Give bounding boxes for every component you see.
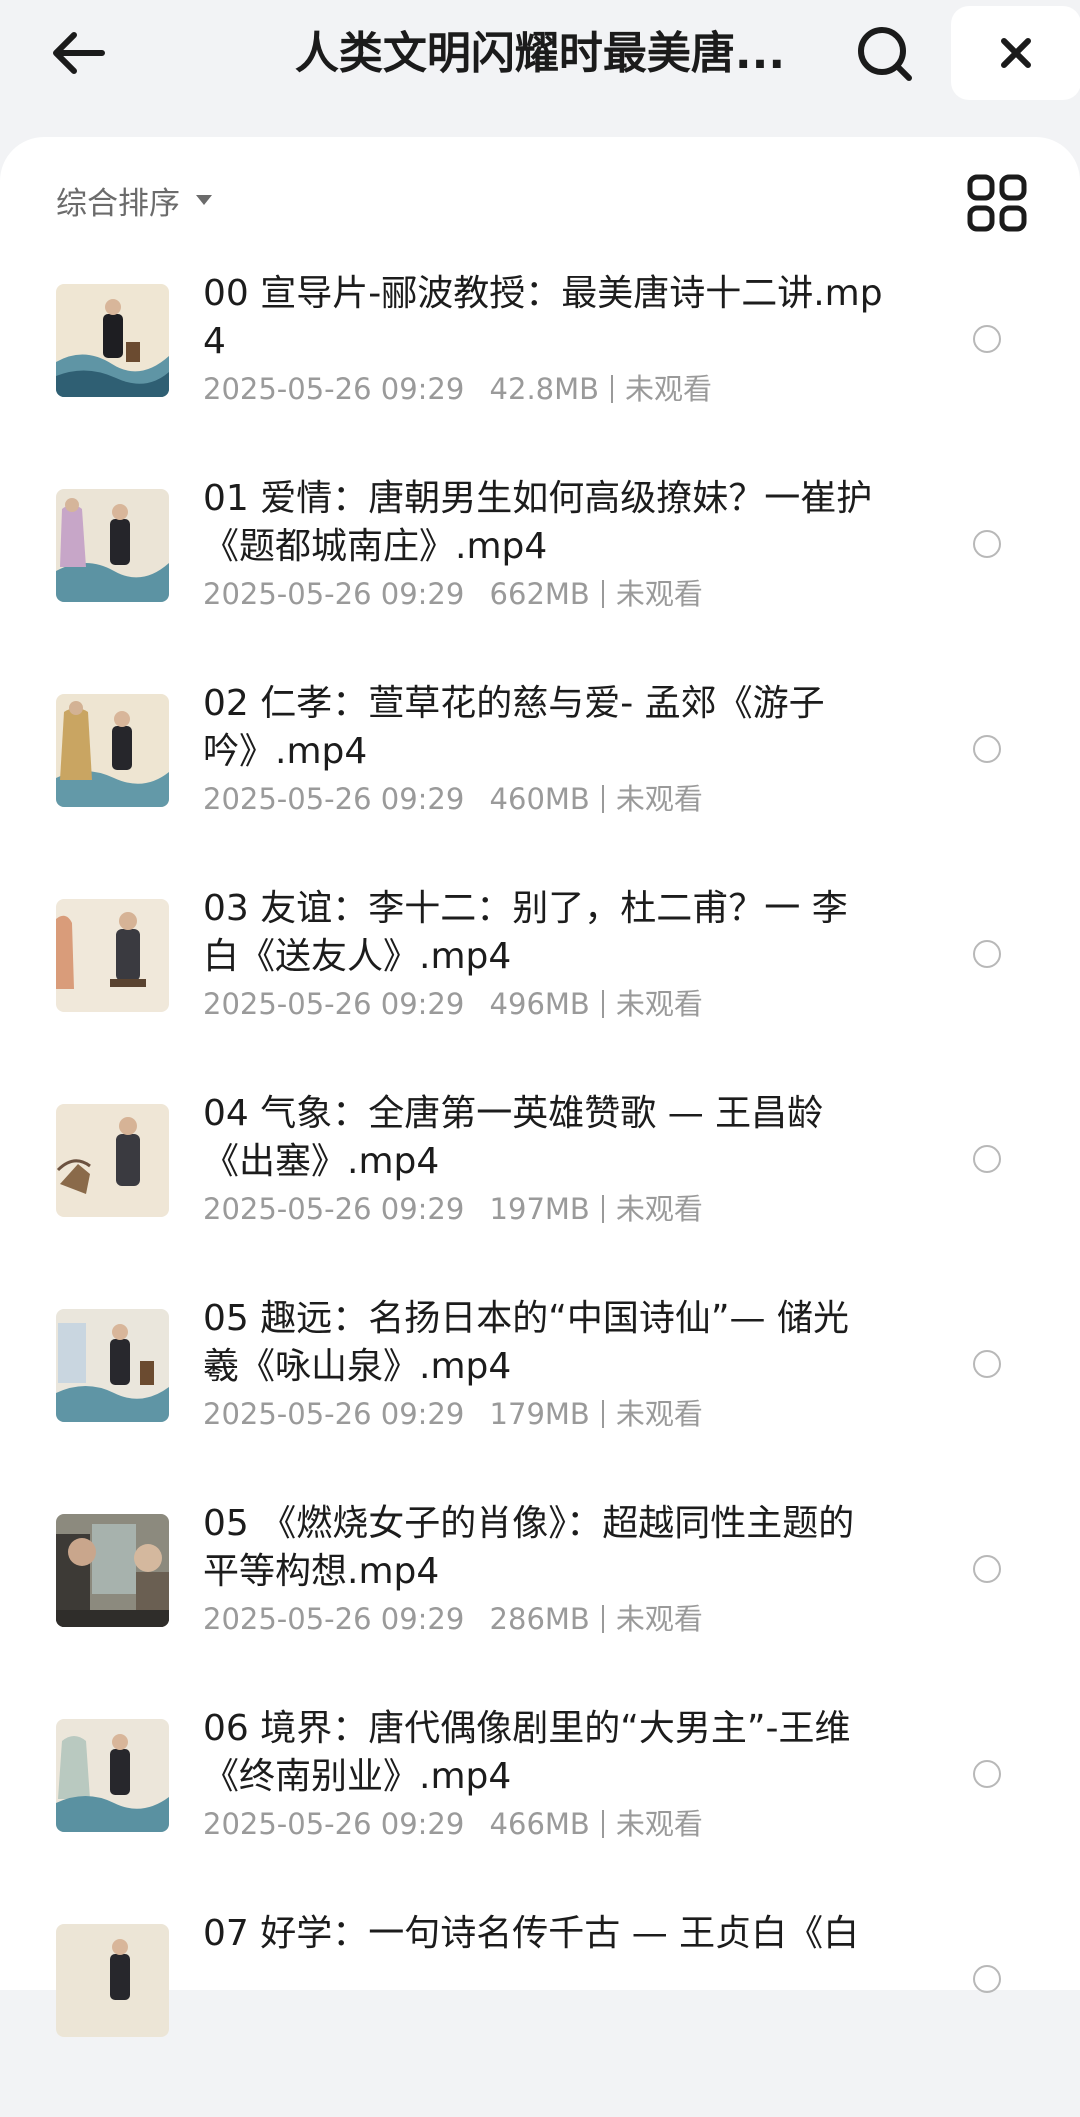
grid-view-button[interactable] — [966, 173, 1028, 233]
video-thumbnail — [56, 284, 169, 397]
select-radio[interactable] — [973, 1555, 1001, 1583]
divider — [601, 990, 604, 1018]
file-date: 2025-05-26 09:29 — [203, 577, 465, 611]
file-name: 00 宣导片-郦波教授：最美唐诗十二讲.mp4 — [203, 273, 883, 362]
divider — [601, 1400, 604, 1428]
search-icon — [858, 27, 912, 81]
file-meta: 2025-05-26 09:29 662MB 未观看 — [203, 574, 703, 614]
list-item[interactable]: 05 《燃烧女子的肖像》：超越同性主题的平等构想.mp4 2025-05-26 … — [0, 1502, 1080, 1707]
close-button[interactable] — [951, 6, 1080, 100]
watch-status: 未观看 — [625, 372, 713, 406]
divider — [601, 785, 604, 813]
file-size: 197MB — [489, 1192, 590, 1226]
file-name: 04 气象：全唐第一英雄赞歌 — 王昌龄《出塞》.mp4 — [203, 1093, 824, 1182]
page-title: 人类文明闪耀时最美唐... — [294, 28, 786, 79]
file-name: 05 《燃烧女子的肖像》：超越同性主题的平等构想.mp4 — [203, 1503, 855, 1592]
file-date: 2025-05-26 09:29 — [203, 1807, 465, 1841]
list-item[interactable]: 03 友谊：李十二：别了，杜二甫？一 李白《送友人》.mp4 2025-05-2… — [0, 887, 1080, 1092]
watch-status: 未观看 — [615, 577, 703, 611]
file-date: 2025-05-26 09:29 — [203, 1602, 465, 1636]
search-button[interactable] — [845, 18, 925, 90]
file-size: 42.8MB — [489, 372, 600, 406]
divider — [601, 1195, 604, 1223]
file-name: 06 境界：唐代偶像剧里的“大男主”-王维《终南别业》.mp4 — [203, 1708, 851, 1797]
select-radio[interactable] — [973, 1350, 1001, 1378]
file-meta: 2025-05-26 09:29 496MB 未观看 — [203, 984, 703, 1024]
watch-status: 未观看 — [615, 782, 703, 816]
file-size: 286MB — [489, 1602, 590, 1636]
video-thumbnail — [56, 1514, 169, 1627]
file-meta: 2025-05-26 09:29 466MB 未观看 — [203, 1804, 703, 1844]
video-thumbnail — [56, 694, 169, 807]
close-icon — [1001, 38, 1031, 68]
list-item[interactable]: 02 仁孝：萱草花的慈与爱- 孟郊《游子吟》.mp4 2025-05-26 09… — [0, 682, 1080, 887]
grid-view-icon — [967, 174, 1027, 232]
file-size: 466MB — [489, 1807, 590, 1841]
file-name: 03 友谊：李十二：别了，杜二甫？一 李白《送友人》.mp4 — [203, 888, 848, 977]
top-bar: 人类文明闪耀时最美唐... — [0, 0, 1080, 120]
list-item[interactable]: 05 趣远：名扬日本的“中国诗仙”— 储光羲《咏山泉》.mp4 2025-05-… — [0, 1297, 1080, 1502]
file-size: 179MB — [489, 1397, 590, 1431]
file-meta: 2025-05-26 09:29 42.8MB 未观看 — [203, 369, 712, 409]
watch-status: 未观看 — [615, 1397, 703, 1431]
file-size: 662MB — [489, 577, 590, 611]
file-date: 2025-05-26 09:29 — [203, 372, 465, 406]
sort-dropdown[interactable]: 综合排序 — [56, 177, 214, 223]
divider — [601, 580, 604, 608]
file-name: 07 好学：一句诗名传千古 — 王贞白《白 — [203, 1913, 860, 1954]
watch-status: 未观看 — [615, 1602, 703, 1636]
back-arrow-icon — [53, 32, 105, 74]
file-meta: 2025-05-26 09:29 286MB 未观看 — [203, 1599, 703, 1639]
file-date: 2025-05-26 09:29 — [203, 1192, 465, 1226]
file-list: 00 宣导片-郦波教授：最美唐诗十二讲.mp4 2025-05-26 09:29… — [0, 272, 1080, 2117]
video-thumbnail — [56, 1719, 169, 1832]
file-date: 2025-05-26 09:29 — [203, 782, 465, 816]
file-meta: 2025-05-26 09:29 460MB 未观看 — [203, 779, 703, 819]
divider — [601, 1605, 604, 1633]
list-item[interactable]: 07 好学：一句诗名传千古 — 王贞白《白 — [0, 1912, 1080, 2117]
select-radio[interactable] — [973, 940, 1001, 968]
watch-status: 未观看 — [615, 987, 703, 1021]
file-list-panel: 综合排序 00 宣导片-郦波教授：最美唐诗十二讲.mp4 2025-05-26 … — [0, 137, 1080, 2037]
select-radio[interactable] — [973, 530, 1001, 558]
file-name: 02 仁孝：萱草花的慈与爱- 孟郊《游子吟》.mp4 — [203, 683, 825, 772]
sort-label: 综合排序 — [56, 185, 180, 222]
list-item[interactable]: 01 爱情：唐朝男生如何高级撩妹？一崔护《题都城南庄》.mp4 2025-05-… — [0, 477, 1080, 682]
select-radio[interactable] — [973, 1145, 1001, 1173]
list-item[interactable]: 00 宣导片-郦波教授：最美唐诗十二讲.mp4 2025-05-26 09:29… — [0, 272, 1080, 477]
file-meta: 2025-05-26 09:29 179MB 未观看 — [203, 1394, 703, 1434]
caret-down-icon — [196, 195, 212, 205]
file-name: 01 爱情：唐朝男生如何高级撩妹？一崔护《题都城南庄》.mp4 — [203, 478, 873, 567]
file-size: 460MB — [489, 782, 590, 816]
file-name: 05 趣远：名扬日本的“中国诗仙”— 储光羲《咏山泉》.mp4 — [203, 1298, 849, 1387]
list-item[interactable]: 04 气象：全唐第一英雄赞歌 — 王昌龄《出塞》.mp4 2025-05-26 … — [0, 1092, 1080, 1297]
video-thumbnail — [56, 1309, 169, 1422]
file-date: 2025-05-26 09:29 — [203, 1397, 465, 1431]
list-item[interactable]: 06 境界：唐代偶像剧里的“大男主”-王维《终南别业》.mp4 2025-05-… — [0, 1707, 1080, 1912]
back-button[interactable] — [38, 18, 118, 88]
file-size: 496MB — [489, 987, 590, 1021]
divider — [611, 375, 614, 403]
divider — [601, 1810, 604, 1838]
video-thumbnail — [56, 489, 169, 602]
select-radio[interactable] — [973, 735, 1001, 763]
file-date: 2025-05-26 09:29 — [203, 987, 465, 1021]
select-radio[interactable] — [973, 1965, 1001, 1993]
video-thumbnail — [56, 1104, 169, 1217]
select-radio[interactable] — [973, 1760, 1001, 1788]
select-radio[interactable] — [973, 325, 1001, 353]
video-thumbnail — [56, 899, 169, 1012]
video-thumbnail — [56, 1924, 169, 2037]
watch-status: 未观看 — [615, 1192, 703, 1226]
watch-status: 未观看 — [615, 1807, 703, 1841]
file-meta: 2025-05-26 09:29 197MB 未观看 — [203, 1189, 703, 1229]
